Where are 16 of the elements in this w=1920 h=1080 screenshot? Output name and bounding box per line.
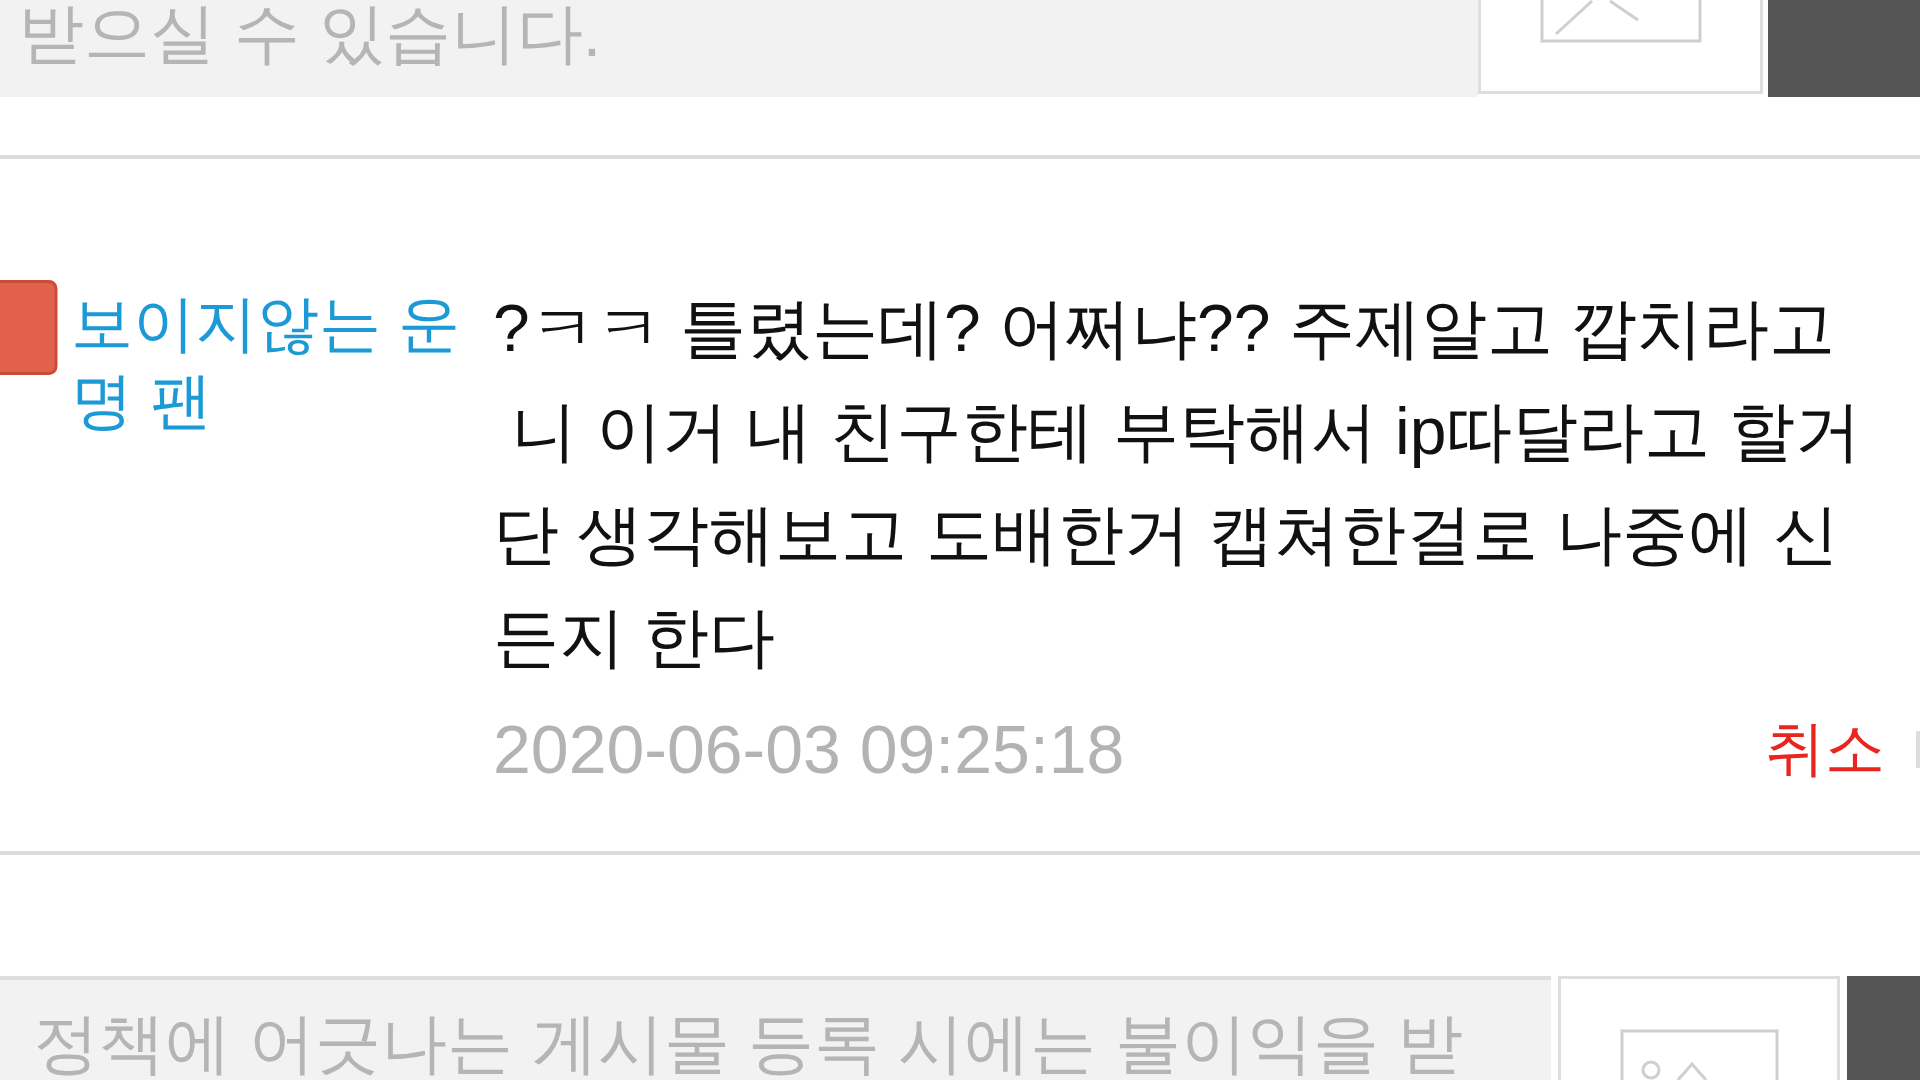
cancel-button[interactable]: 취소 [1765,714,1885,784]
image-icon [1539,0,1702,43]
image-icon [1619,1029,1779,1080]
comment-input[interactable]: 정책에 어긋나는 게시물 등록 시에는 불이익을 받 [0,976,1551,1080]
submit-button[interactable] [1847,976,1920,1080]
image-upload-button[interactable] [1558,976,1840,1080]
comment-timestamp: 2020-06-03 09:25:18 [493,710,1125,789]
comment-text-line: 니 이거 내 친구한테 부탁해서 ip따달라고 할거 [510,393,1861,470]
comment-text-line: 단 생각해보고 도배한거 캡쳐한걸로 나중에 신 [493,496,1840,573]
comment-input[interactable]: 받으실 수 있습니다. [0,0,1478,97]
image-upload-button[interactable] [1478,0,1763,94]
comment-text-line: 든지 한다 [493,599,777,676]
submit-button[interactable] [1768,0,1920,97]
level-badge-icon [0,280,58,375]
username-link[interactable]: 보이지않는 운명 팬 [71,285,471,439]
comment-text-line: ?ㅋㅋ 틀렸는데? 어쩌냐?? 주제알고 깝치라고 [493,290,1837,367]
